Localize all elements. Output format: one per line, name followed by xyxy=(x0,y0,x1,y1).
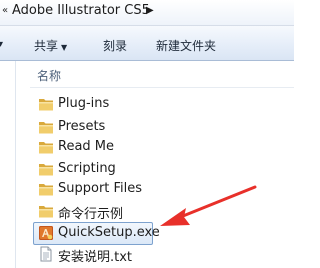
file-name: 安装说明.txt xyxy=(58,250,133,265)
list-item-support-files[interactable]: Support Files xyxy=(30,179,294,199)
folder-icon xyxy=(38,161,54,177)
file-name: Read Me xyxy=(58,139,115,154)
exe-icon xyxy=(38,225,54,241)
file-name: Presets xyxy=(58,119,106,134)
folder-icon xyxy=(38,181,54,197)
folder-icon xyxy=(38,119,54,135)
folder-icon xyxy=(38,203,54,219)
file-name: Support Files xyxy=(58,181,143,196)
breadcrumb-overflow-icon[interactable]: « xyxy=(2,5,8,16)
list-item-scripting[interactable]: Scripting xyxy=(30,159,294,179)
file-name: Scripting xyxy=(58,161,116,176)
list-item-plug-ins[interactable]: Plug-ins xyxy=(30,94,294,114)
file-name: Plug-ins xyxy=(58,96,110,111)
share-label: 共享 xyxy=(34,39,59,53)
share-button[interactable]: 共享 ▼ xyxy=(34,37,67,54)
folder-icon xyxy=(38,96,54,112)
breadcrumb-arrow-icon[interactable]: ▶ xyxy=(146,5,154,16)
column-name-header[interactable]: 名称 xyxy=(37,67,61,84)
folder-icon xyxy=(38,139,54,155)
list-item-presets[interactable]: Presets xyxy=(30,117,294,137)
list-item-read-me[interactable]: Read Me xyxy=(30,137,294,157)
new-folder-button[interactable]: 新建文件夹 xyxy=(156,37,216,54)
command-toolbar: ▾ 共享 ▼ 刻录 新建文件夹 xyxy=(0,26,294,61)
navigation-pane[interactable] xyxy=(0,61,16,268)
breadcrumb-current-folder[interactable]: Adobe Illustrator CS5 xyxy=(12,3,150,18)
address-bar[interactable]: « Adobe Illustrator CS5 ▶ xyxy=(0,0,294,26)
share-dropdown-icon: ▼ xyxy=(61,43,68,52)
file-name: 命令行示例 xyxy=(58,207,124,222)
list-item-install-txt[interactable]: 安装说明.txt xyxy=(30,244,294,265)
burn-button[interactable]: 刻录 xyxy=(103,37,127,54)
file-name: QuickSetup.exe xyxy=(58,225,160,240)
column-header: 名称 xyxy=(30,61,294,88)
text-file-icon xyxy=(38,246,54,262)
list-item-command-examples[interactable]: 命令行示例 xyxy=(30,201,294,222)
organize-dropdown-icon[interactable]: ▾ xyxy=(0,39,3,50)
list-item-quicksetup-exe[interactable]: QuickSetup.exe xyxy=(30,222,294,245)
